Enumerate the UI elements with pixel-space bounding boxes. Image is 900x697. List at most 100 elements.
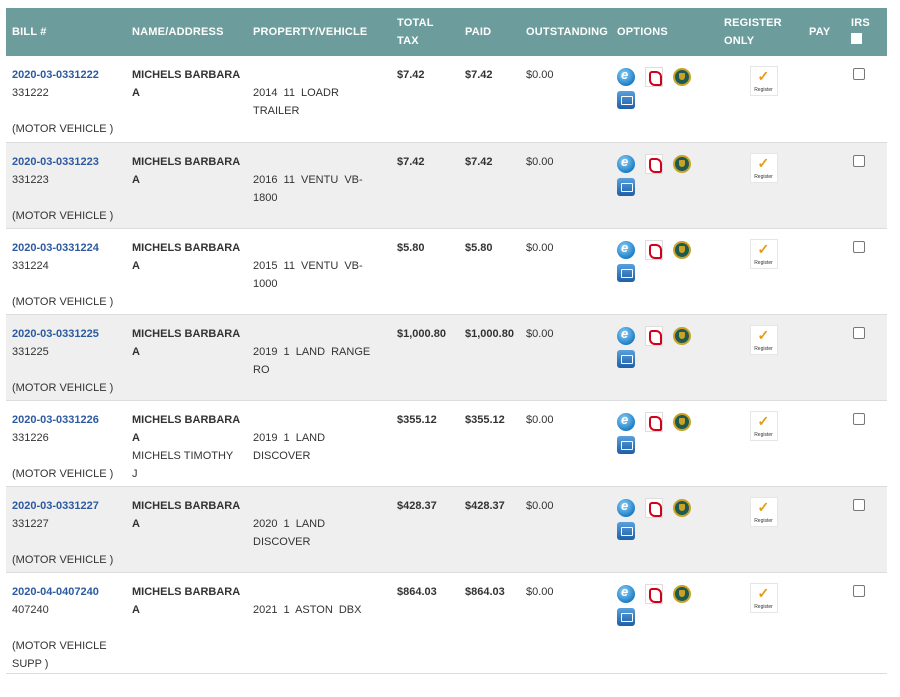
print-icon[interactable] xyxy=(617,607,635,626)
header-outstanding[interactable]: OUTSTANDING xyxy=(520,8,611,56)
seal-icon[interactable] xyxy=(673,584,691,603)
total-tax: $864.03 xyxy=(397,585,437,598)
paid-amount: $5.80 xyxy=(465,241,493,254)
bill-cell: 2020-03-0331227 331227 (MOTOR VEHICLE ) xyxy=(6,486,126,572)
owner-name-cont: A xyxy=(132,87,140,99)
irs-checkbox[interactable] xyxy=(853,584,865,597)
bill-link[interactable]: 2020-03-0331222 xyxy=(12,66,120,84)
irs-checkbox[interactable] xyxy=(853,412,865,425)
register-icon[interactable]: Register xyxy=(749,324,778,355)
irs-checkbox[interactable] xyxy=(853,68,865,80)
owner-name: MICHELS BARBARA xyxy=(132,499,241,512)
register-icon[interactable]: Register xyxy=(749,496,778,527)
bill-link[interactable]: 2020-03-0331224 xyxy=(12,239,120,257)
owner-name: MICHELS BARBARA xyxy=(132,69,241,81)
register-icon[interactable]: Register xyxy=(749,410,778,441)
property-cell: 2015 11 VENTU VB- 1000 xyxy=(247,228,391,314)
property-cell: 2019 1 LAND RANGE RO xyxy=(247,314,391,400)
ie-view-icon[interactable] xyxy=(617,154,635,173)
print-icon[interactable] xyxy=(617,349,635,368)
bill-type: (MOTOR VEHICLE ) xyxy=(12,123,114,135)
irs-checkbox[interactable] xyxy=(853,154,865,167)
bill-cell: 2020-03-0331225 331225 (MOTOR VEHICLE ) xyxy=(6,314,126,400)
paid-amount: $864.03 xyxy=(465,585,505,598)
print-icon[interactable] xyxy=(617,435,635,454)
table-row: 2020-04-0407240 407240 (MOTOR VEHICLE SU… xyxy=(6,572,887,673)
paid-amount: $428.37 xyxy=(465,499,505,512)
pay-cell xyxy=(809,400,841,486)
register-cell: Register xyxy=(718,142,809,228)
print-icon[interactable] xyxy=(617,521,635,540)
select-all-checkbox[interactable] xyxy=(851,33,862,44)
register-icon[interactable]: Register xyxy=(749,582,778,613)
outstanding-amount: $0.00 xyxy=(526,585,554,598)
header-bill[interactable]: BILL # xyxy=(6,8,126,56)
bills-table-container: BILL # NAME/ADDRESS PROPERTY/VEHICLE TOT… xyxy=(6,8,887,674)
pdf-icon[interactable] xyxy=(645,239,663,260)
vehicle-line-1: 2015 11 VENTU VB- xyxy=(253,259,363,272)
paid-amount: $355.12 xyxy=(465,413,505,426)
pdf-icon[interactable] xyxy=(645,583,663,604)
bill-number: 331227 xyxy=(12,517,49,530)
vehicle-line-1: 2019 1 LAND RANGE xyxy=(253,345,371,358)
irs-cell xyxy=(841,400,887,486)
irs-checkbox[interactable] xyxy=(853,240,865,253)
name-cell: MICHELS BARBARA A xyxy=(126,572,247,673)
seal-icon[interactable] xyxy=(673,154,691,173)
bill-cell: 2020-03-0331224 331224 (MOTOR VEHICLE ) xyxy=(6,228,126,314)
bill-type: (MOTOR VEHICLE SUPP ) xyxy=(12,639,107,670)
seal-icon[interactable] xyxy=(673,326,691,345)
pay-cell xyxy=(809,56,841,142)
register-label: Register xyxy=(754,603,773,610)
owner-name: MICHELS BARBARA xyxy=(132,155,241,168)
header-property[interactable]: PROPERTY/VEHICLE xyxy=(247,8,391,56)
seal-icon[interactable] xyxy=(673,240,691,259)
seal-icon[interactable] xyxy=(673,498,691,517)
options-cell xyxy=(611,314,718,400)
bill-link[interactable]: 2020-03-0331226 xyxy=(12,411,120,429)
table-header: BILL # NAME/ADDRESS PROPERTY/VEHICLE TOT… xyxy=(6,8,887,56)
pdf-icon[interactable] xyxy=(645,153,663,174)
register-icon[interactable]: Register xyxy=(749,238,778,269)
bill-link[interactable]: 2020-03-0331223 xyxy=(12,153,120,171)
ie-view-icon[interactable] xyxy=(617,326,635,345)
header-total-tax[interactable]: TOTAL TAX xyxy=(391,8,459,56)
irs-checkbox[interactable] xyxy=(853,326,865,339)
ie-view-icon[interactable] xyxy=(617,498,635,517)
irs-checkbox[interactable] xyxy=(853,498,865,511)
pdf-icon[interactable] xyxy=(645,497,663,518)
register-cell: Register xyxy=(718,228,809,314)
register-cell: Register xyxy=(718,314,809,400)
ie-view-icon[interactable] xyxy=(617,67,635,86)
pdf-icon[interactable] xyxy=(645,411,663,432)
owner-name-cont: A xyxy=(132,603,140,616)
name-cell: MICHELS BARBARA A MICHELS TIMOTHY J xyxy=(126,400,247,486)
pdf-icon[interactable] xyxy=(645,325,663,346)
table-row: 2020-03-0331224 331224 (MOTOR VEHICLE ) … xyxy=(6,228,887,314)
print-icon[interactable] xyxy=(617,91,635,109)
outstanding-amount: $0.00 xyxy=(526,499,554,512)
bill-link[interactable]: 2020-03-0331227 xyxy=(12,497,120,515)
irs-cell xyxy=(841,572,887,673)
bill-number: 331224 xyxy=(12,259,49,272)
header-paid[interactable]: PAID xyxy=(459,8,520,56)
seal-icon[interactable] xyxy=(673,68,691,86)
register-icon[interactable]: Register xyxy=(749,66,778,96)
irs-cell xyxy=(841,56,887,142)
register-icon[interactable]: Register xyxy=(749,152,778,183)
seal-icon[interactable] xyxy=(673,412,691,431)
ie-view-icon[interactable] xyxy=(617,584,635,603)
ie-view-icon[interactable] xyxy=(617,412,635,431)
header-name[interactable]: NAME/ADDRESS xyxy=(126,8,247,56)
pdf-icon[interactable] xyxy=(645,67,663,87)
owner-name-cont: A xyxy=(132,517,140,530)
outstanding-amount: $0.00 xyxy=(526,69,554,81)
bills-table: BILL # NAME/ADDRESS PROPERTY/VEHICLE TOT… xyxy=(6,8,887,674)
print-icon[interactable] xyxy=(617,263,635,282)
bill-link[interactable]: 2020-03-0331225 xyxy=(12,325,120,343)
bill-number: 331222 xyxy=(12,87,49,99)
ie-view-icon[interactable] xyxy=(617,240,635,259)
print-icon[interactable] xyxy=(617,177,635,196)
bill-link[interactable]: 2020-04-0407240 xyxy=(12,583,120,601)
bill-number: 407240 xyxy=(12,603,49,616)
